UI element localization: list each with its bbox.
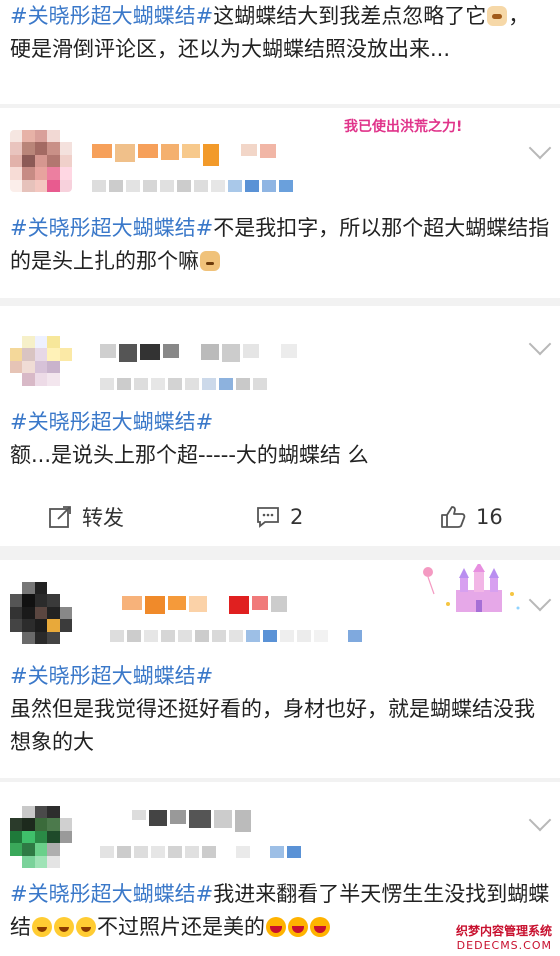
comment-text: #关晓彤超大蝴蝶结# 额...是说头上那个超-----大的蝴蝶结 么 <box>10 410 369 467</box>
hashtag-link[interactable]: #关晓彤超大蝴蝶结# <box>10 4 213 28</box>
comment-card-3: #关晓彤超大蝴蝶结# 额...是说头上那个超-----大的蝴蝶结 么 转发 2 … <box>0 306 560 546</box>
post-meta <box>100 846 301 858</box>
doge-emoji-icon <box>200 251 220 271</box>
post-meta <box>110 630 362 642</box>
comment-card-4: #关晓彤超大蝴蝶结# 虽然但是我觉得还挺好看的，身材也好，就是蝴蝶结没我想象的大 <box>0 560 560 778</box>
chevron-down-icon[interactable] <box>528 332 552 356</box>
post-text: #关晓彤超大蝴蝶结#这蝴蝶结大到我差点忽略了它 ，硬是滑倒评论区，还以为大蝴蝶结照… <box>10 4 530 61</box>
grin-emoji-icon <box>266 917 286 937</box>
comment-card-2: 我已使出洪荒之力! #关晓彤超大蝴蝶结#不是我扣字，所以那个超大蝴蝶结指的是头上… <box>0 108 560 298</box>
comment-icon <box>257 507 279 528</box>
avatar[interactable] <box>10 336 72 398</box>
repost-label: 转发 <box>82 506 124 530</box>
laugh-cry-emoji-icon <box>76 917 96 937</box>
hashtag-link[interactable]: #关晓彤超大蝴蝶结# <box>10 664 213 688</box>
laugh-cry-emoji-icon <box>54 917 74 937</box>
cat-emoji-icon <box>487 6 508 26</box>
post-card-1: #关晓彤超大蝴蝶结#这蝴蝶结大到我差点忽略了它 ，硬是滑倒评论区，还以为大蝴蝶结照… <box>0 0 560 104</box>
comment-card-5: #关晓彤超大蝴蝶结#我进来翻看了半天愣生生没找到蝴蝶结 不过照片还是美的 织梦内容… <box>0 782 560 956</box>
watermark: 织梦内容管理系统 DEDECMS.COM <box>455 924 552 952</box>
laugh-cry-emoji-icon <box>32 917 52 937</box>
username[interactable] <box>92 144 276 166</box>
action-bar: 转发 2 16 <box>0 492 560 542</box>
chevron-down-icon[interactable] <box>528 588 552 612</box>
repost-button[interactable]: 转发 <box>48 502 124 532</box>
username[interactable] <box>100 344 297 362</box>
avatar[interactable] <box>10 130 72 192</box>
chevron-down-icon[interactable] <box>528 136 552 160</box>
castle-badge-icon <box>423 564 520 612</box>
post-meta <box>100 378 267 390</box>
avatar[interactable] <box>10 582 72 644</box>
repost-icon <box>49 506 71 528</box>
comment-text: #关晓彤超大蝴蝶结#不是我扣字，所以那个超大蝴蝶结指的是头上扎的那个嘛 <box>10 216 550 273</box>
comment-button[interactable]: 2 <box>256 505 303 529</box>
comment-text: #关晓彤超大蝴蝶结# 虽然但是我觉得还挺好看的，身材也好，就是蝴蝶结没我想象的大 <box>10 664 535 754</box>
grin-emoji-icon <box>310 917 330 937</box>
like-count: 16 <box>476 505 503 529</box>
comment-count: 2 <box>290 505 304 529</box>
avatar[interactable] <box>10 806 72 868</box>
like-icon <box>441 506 466 528</box>
grin-emoji-icon <box>288 917 308 937</box>
hashtag-link[interactable]: #关晓彤超大蝴蝶结# <box>10 882 213 906</box>
badge-label: 我已使出洪荒之力! <box>344 119 463 135</box>
username[interactable] <box>132 810 251 832</box>
username[interactable] <box>122 596 287 614</box>
hashtag-link[interactable]: #关晓彤超大蝴蝶结# <box>10 410 213 434</box>
chevron-down-icon[interactable] <box>528 808 552 832</box>
post-meta <box>92 180 293 192</box>
like-button[interactable]: 16 <box>440 505 503 529</box>
hashtag-link[interactable]: #关晓彤超大蝴蝶结# <box>10 216 213 240</box>
